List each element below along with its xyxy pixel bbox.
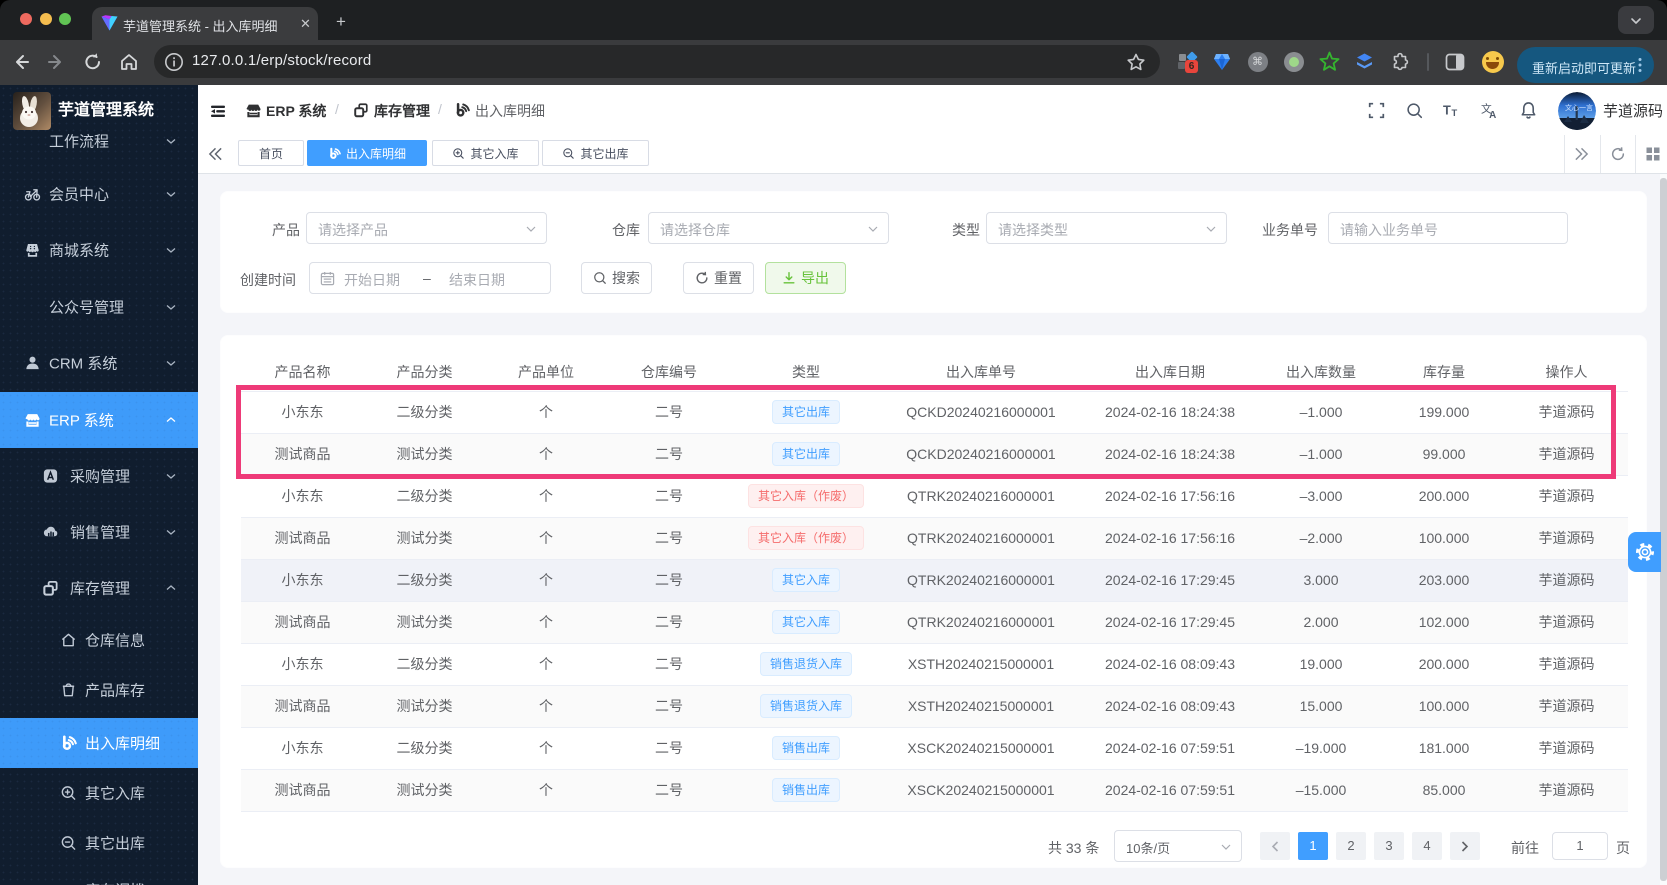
svg-text:文心一言: 文心一言 [1565, 103, 1593, 112]
svg-text:T: T [1443, 103, 1451, 117]
svg-text:A: A [1489, 110, 1496, 119]
svg-text:T: T [1452, 108, 1458, 118]
